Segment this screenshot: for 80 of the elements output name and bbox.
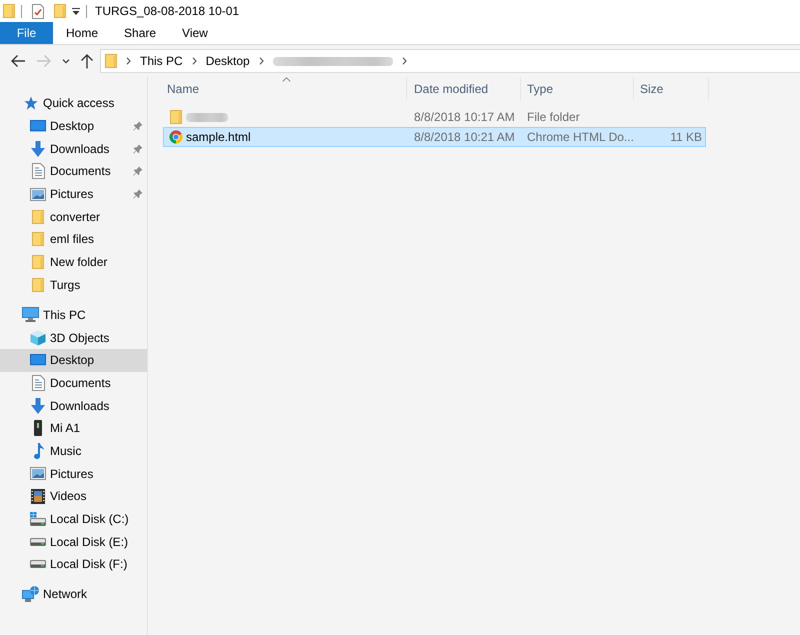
nav-item[interactable]: Network: [0, 583, 147, 606]
nav-item[interactable]: Desktop: [0, 114, 147, 138]
picture-icon: [30, 467, 46, 480]
pin-icon[interactable]: [133, 121, 143, 132]
nav-item[interactable]: Local Disk (F:): [0, 553, 147, 576]
pin-icon[interactable]: [133, 144, 143, 154]
nav-item[interactable]: Music: [0, 440, 147, 462]
nav-item[interactable]: Pictures: [0, 462, 147, 485]
nav-item[interactable]: Local Disk (C:): [0, 508, 147, 530]
nav-item[interactable]: Downloads: [0, 137, 147, 160]
nav-item[interactable]: 3D Objects: [0, 326, 147, 349]
nav-item[interactable]: This PC: [0, 303, 147, 326]
folder-icon: [105, 54, 117, 68]
chevron-right-icon[interactable]: [258, 57, 264, 65]
ribbon-tab[interactable]: Home: [53, 22, 112, 44]
drive-icon: [30, 538, 46, 546]
nav-item[interactable]: eml files: [0, 228, 147, 251]
drive-icon: [30, 560, 46, 568]
folder-icon: [32, 210, 44, 224]
dropdown-caret-icon[interactable]: [72, 8, 80, 14]
type-cell: File folder: [527, 110, 580, 124]
screen-icon: [30, 120, 46, 132]
size-cell: 11 KB: [670, 130, 702, 144]
ribbon-tab[interactable]: Share: [111, 22, 170, 44]
folder-icon: [170, 110, 182, 124]
folder-icon: [32, 232, 44, 246]
address-bar[interactable]: This PC Desktop: [100, 49, 800, 73]
nav-item[interactable]: Documents: [0, 372, 147, 394]
folder-icon: [32, 255, 44, 270]
monitor-icon: [22, 307, 39, 322]
nav-item[interactable]: Turgs: [0, 274, 147, 296]
column-header[interactable]: Name: [163, 77, 407, 100]
system-drive-icon: [30, 512, 46, 526]
pin-icon[interactable]: [133, 166, 143, 176]
document-icon: [32, 163, 44, 180]
breadcrumb[interactable]: This PC: [140, 54, 183, 68]
nav-item[interactable]: Documents: [0, 160, 147, 183]
nav-item[interactable]: converter: [0, 205, 147, 228]
pin-icon[interactable]: [133, 189, 143, 200]
nav-item[interactable]: Videos: [0, 484, 147, 508]
document-icon: [32, 374, 44, 391]
nav-item[interactable]: Local Disk (E:): [0, 530, 147, 554]
ribbon-tab[interactable]: View: [169, 22, 221, 44]
star-icon: [24, 96, 38, 110]
film-icon: [31, 488, 45, 504]
column-header[interactable]: Size: [634, 77, 709, 100]
file-menu-tab[interactable]: File: [0, 22, 53, 44]
nav-item[interactable]: Quick access: [0, 92, 147, 115]
back-arrow-icon[interactable]: [10, 54, 26, 68]
nav-item[interactable]: New folder: [0, 250, 147, 274]
cube-icon: [30, 330, 46, 346]
nav-item[interactable]: Mi A1: [0, 416, 147, 440]
nav-item[interactable]: Desktop: [0, 348, 147, 372]
network-icon: [22, 586, 39, 602]
nav-item[interactable]: Downloads: [0, 394, 147, 417]
file-row[interactable]: sample.html 8/8/2018 10:21 AM Chrome HTML Do... 11 KB: [163, 127, 706, 147]
nav-item[interactable]: Pictures: [0, 182, 147, 206]
chevron-right-icon[interactable]: [126, 57, 131, 65]
music-note-icon: [32, 442, 44, 459]
checked-document-icon[interactable]: [32, 4, 44, 18]
date-cell: 8/8/2018 10:21 AM: [414, 130, 515, 144]
phone-icon: [34, 420, 42, 436]
chevron-down-icon[interactable]: [62, 58, 70, 64]
chevron-right-icon[interactable]: [192, 57, 197, 65]
breadcrumb[interactable]: Desktop: [206, 54, 250, 68]
column-header[interactable]: Date modified: [407, 77, 521, 100]
column-header[interactable]: Type: [521, 77, 634, 100]
date-cell: 8/8/2018 10:17 AM: [414, 110, 515, 124]
file-name: sample.html: [186, 130, 251, 144]
file-row[interactable]: 8/8/2018 10:17 AM File folder: [163, 107, 706, 127]
round-logo-icon: [169, 130, 183, 144]
picture-icon: [30, 188, 46, 201]
chevron-right-icon[interactable]: [402, 57, 407, 65]
type-cell: Chrome HTML Do...: [527, 130, 634, 144]
folder-icon: [32, 278, 44, 292]
up-arrow-icon[interactable]: [80, 53, 94, 69]
window-title: TURGS_08-08-2018 10-01: [95, 4, 240, 18]
down-arrow-icon: [30, 398, 46, 414]
screen-icon: [30, 354, 46, 366]
down-arrow-icon: [30, 140, 46, 157]
